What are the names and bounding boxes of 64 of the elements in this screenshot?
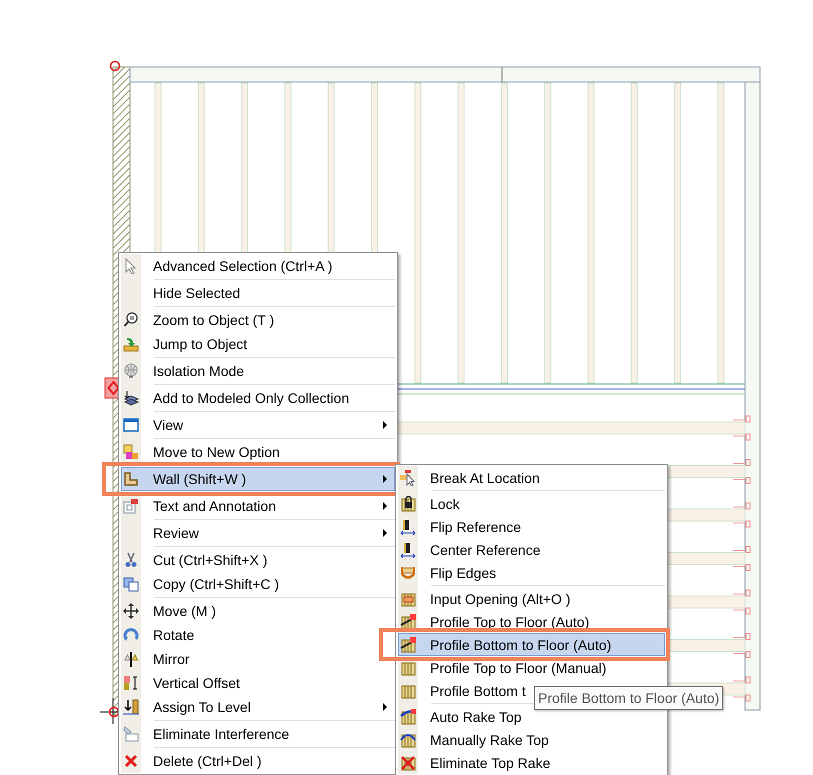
eraser-icon bbox=[123, 726, 139, 742]
menu-item[interactable]: Flip Reference bbox=[398, 515, 665, 538]
rotate-icon bbox=[123, 627, 139, 643]
rake-icon bbox=[400, 708, 416, 724]
menu-item[interactable]: Mirror bbox=[121, 647, 395, 671]
menu-item[interactable]: Zoom to Object (T ) bbox=[121, 308, 395, 332]
menu-item[interactable]: Vertical Offset bbox=[121, 671, 395, 695]
menu-item[interactable]: Copy (Ctrl+Shift+C ) bbox=[121, 572, 395, 596]
reference-icon bbox=[400, 542, 416, 558]
annotation-icon bbox=[123, 498, 139, 514]
pointer-icon bbox=[400, 470, 416, 486]
studs-icon bbox=[400, 682, 416, 698]
menu-item[interactable]: Profile Top to Floor (Auto) bbox=[398, 610, 665, 633]
menu-item[interactable]: Advanced Selection (Ctrl+A ) bbox=[121, 254, 395, 278]
menu-item[interactable]: Lock bbox=[398, 492, 665, 515]
menu-item[interactable]: Eliminate Interference bbox=[121, 722, 395, 746]
menu-item[interactable]: View bbox=[121, 413, 395, 437]
menu-item[interactable]: Review bbox=[121, 521, 395, 545]
tooltip: Profile Bottom to Floor (Auto) bbox=[534, 686, 724, 710]
menu-item[interactable]: Jump to Object bbox=[121, 332, 395, 356]
menu-item[interactable]: Eliminate Top Rake bbox=[398, 751, 665, 774]
pointer-icon bbox=[123, 258, 139, 274]
menu-item[interactable]: Move to New Option bbox=[121, 440, 395, 464]
wall-corner-icon bbox=[123, 471, 139, 487]
search-icon bbox=[123, 312, 139, 328]
colored-blocks-icon bbox=[123, 444, 139, 460]
delete-icon bbox=[123, 753, 139, 769]
menu-item[interactable]: Profile Bottom to Floor (Auto) bbox=[398, 633, 665, 656]
menu-item[interactable]: Delete (Ctrl+Del ) bbox=[121, 749, 395, 773]
menu-item[interactable]: Manually Rake Top bbox=[398, 728, 665, 751]
mirror-icon bbox=[123, 651, 139, 667]
flip-icon bbox=[400, 564, 416, 580]
menu-item[interactable]: Assign To Level bbox=[121, 695, 395, 719]
globe-icon bbox=[123, 363, 139, 379]
offset-icon bbox=[123, 675, 139, 691]
layers-icon bbox=[123, 390, 139, 406]
menu-item[interactable]: Hide Selected bbox=[121, 281, 395, 305]
menu-item[interactable]: Cut (Ctrl+Shift+X ) bbox=[121, 548, 395, 572]
menu-item[interactable]: Add to Modeled Only Collection bbox=[121, 386, 395, 410]
snap-point-icon bbox=[110, 60, 120, 72]
menu-item[interactable]: Wall (Shift+W ) bbox=[121, 467, 395, 491]
level-icon bbox=[123, 699, 139, 715]
window-icon bbox=[123, 417, 139, 433]
reference-icon bbox=[400, 518, 416, 534]
move-icon bbox=[123, 603, 139, 619]
profile-icon bbox=[400, 614, 416, 630]
lock-icon bbox=[400, 496, 416, 512]
menu-item[interactable]: Isolation Mode bbox=[121, 359, 395, 383]
opening-icon bbox=[400, 590, 416, 606]
menu-item[interactable]: Rotate bbox=[121, 623, 395, 647]
studs-icon bbox=[400, 660, 416, 676]
arrow-tray-icon bbox=[123, 336, 139, 352]
arch-icon bbox=[400, 732, 416, 748]
delete-icon bbox=[400, 754, 416, 770]
scissors-icon bbox=[123, 552, 139, 568]
menu-item[interactable]: Move (M ) bbox=[121, 599, 395, 623]
copy-icon bbox=[123, 576, 139, 592]
menu-item[interactable]: Input Opening (Alt+O ) bbox=[398, 587, 665, 610]
menu-item[interactable]: Break At Location bbox=[398, 466, 665, 489]
menu-item[interactable]: Profile Top to Floor (Manual) bbox=[398, 656, 665, 679]
menu-item[interactable]: Center Reference bbox=[398, 538, 665, 561]
menu-item[interactable]: Text and Annotation bbox=[121, 494, 395, 518]
menu-item[interactable]: Flip Edges bbox=[398, 561, 665, 584]
profile-icon bbox=[400, 636, 416, 652]
